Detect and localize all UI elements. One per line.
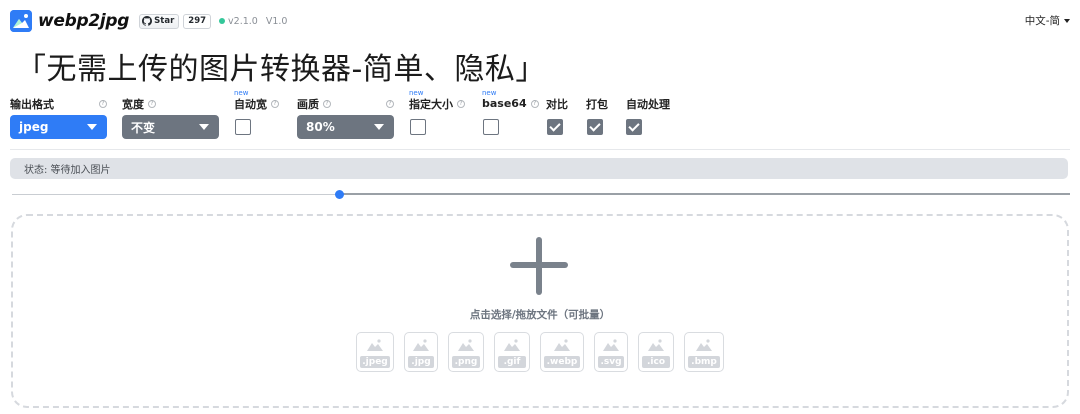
option-width: 宽度 ? 不变 — [122, 97, 219, 139]
dropdown-arrow-icon — [199, 124, 209, 130]
github-star-button[interactable]: Star — [139, 13, 180, 29]
dropdown-arrow-icon — [87, 124, 97, 130]
option-quality: 画质 ? ? 80% — [297, 97, 394, 139]
drop-zone-hint[interactable]: 点击选择/拖放文件（可批量） — [0, 307, 1080, 322]
image-icon — [554, 339, 570, 351]
option-fixed-size: new 指定大小 ? — [409, 89, 465, 135]
help-icon[interactable]: ? — [271, 99, 279, 108]
brand-name[interactable]: webp2jpg — [38, 11, 129, 31]
format-label: .ico — [642, 356, 670, 368]
fixed-size-label: 指定大小 ? — [409, 97, 465, 111]
base64-checkbox[interactable] — [483, 119, 499, 135]
width-value: 不变 — [131, 120, 156, 135]
format-label: .webp — [544, 356, 580, 368]
format-label: .bmp — [688, 356, 720, 368]
status-dot-icon — [219, 18, 226, 24]
version-legacy[interactable]: V1.0 — [266, 16, 288, 27]
format-label: .svg — [598, 356, 624, 368]
dropdown-arrow-icon — [374, 124, 384, 130]
help-icon[interactable]: ? — [323, 99, 331, 108]
format-tile: .ico — [638, 332, 674, 372]
image-icon — [648, 339, 664, 351]
help-icon[interactable]: ? — [148, 99, 156, 108]
help-icon[interactable]: ? — [99, 99, 107, 108]
quality-value: 80% — [306, 120, 335, 134]
format-tile: .svg — [594, 332, 628, 372]
compare-slider-track-right[interactable] — [340, 193, 1070, 195]
option-auto-process: 自动处理 — [626, 97, 670, 135]
output-format-label: 输出格式 ? — [10, 97, 107, 111]
image-icon — [458, 339, 474, 351]
help-icon[interactable]: ? — [457, 99, 465, 108]
new-badge: new — [482, 89, 497, 97]
version-info: v2.1.0 V1.0 — [219, 16, 287, 27]
image-icon — [413, 339, 429, 351]
format-tile: .jpeg — [356, 332, 394, 372]
auto-process-label: 自动处理 — [626, 97, 670, 111]
option-auto-width: new 自动宽 ? — [234, 89, 279, 135]
language-label: 中文-简 — [1024, 15, 1060, 27]
format-tile: .jpg — [404, 332, 438, 372]
fixed-size-checkbox[interactable] — [410, 119, 426, 135]
new-badge: new — [409, 89, 424, 97]
pack-label: 打包 — [586, 97, 608, 111]
new-badge: new — [234, 89, 249, 97]
option-pack: 打包 — [586, 97, 608, 135]
width-label: 宽度 ? — [122, 97, 156, 111]
image-icon — [696, 339, 712, 351]
option-compare: 对比 — [546, 97, 568, 135]
compare-checkbox[interactable] — [547, 119, 563, 135]
quality-select[interactable]: 80% — [297, 115, 394, 139]
format-tile: .gif — [494, 332, 530, 372]
version-current[interactable]: v2.1.0 — [228, 16, 258, 27]
width-select[interactable]: 不变 — [122, 115, 219, 139]
page-title: 「无需上传的图片转换器-简单、隐私」 — [16, 52, 546, 87]
output-format-value: jpeg — [19, 120, 49, 134]
option-base64: new base64 ? — [482, 89, 539, 135]
image-icon — [504, 339, 520, 351]
status-bar: 状态: 等待加入图片 — [10, 158, 1068, 179]
help-icon[interactable]: ? — [530, 99, 539, 108]
status-text: 状态: 等待加入图片 — [24, 165, 111, 176]
caret-down-icon — [1064, 18, 1070, 23]
auto-process-checkbox[interactable] — [626, 119, 642, 135]
compare-slider-track-left[interactable] — [12, 194, 340, 195]
format-label: .png — [452, 356, 480, 368]
base64-label: base64 ? — [482, 97, 539, 110]
quality-label: 画质 ? ? — [297, 97, 394, 111]
format-label: .gif — [498, 356, 526, 368]
help-icon[interactable]: ? — [386, 99, 394, 108]
compare-slider-handle[interactable] — [335, 190, 344, 199]
logo-icon[interactable] — [10, 10, 32, 32]
pack-checkbox[interactable] — [587, 119, 603, 135]
language-selector[interactable]: 中文-简 — [1025, 13, 1070, 28]
auto-width-checkbox[interactable] — [235, 119, 251, 135]
output-format-select[interactable]: jpeg — [10, 115, 107, 139]
format-label: .jpg — [408, 356, 434, 368]
add-icon-bar[interactable] — [510, 262, 568, 268]
option-output-format: 输出格式 ? jpeg — [10, 97, 107, 139]
format-tile: .webp — [540, 332, 584, 372]
github-star-label: Star — [154, 16, 175, 26]
github-star-count[interactable]: 297 — [183, 13, 212, 29]
format-tile: .png — [448, 332, 484, 372]
compare-label: 对比 — [546, 97, 568, 111]
auto-width-label: 自动宽 ? — [234, 97, 279, 111]
format-tile: .bmp — [684, 332, 724, 372]
github-star-widget: Star 297 — [139, 13, 212, 29]
image-icon — [367, 339, 383, 351]
format-label: .jpeg — [360, 356, 390, 368]
image-icon — [603, 339, 619, 351]
header: webp2jpg Star 297 v2.1.0 V1.0 中文-简 — [10, 9, 1070, 33]
github-icon — [142, 16, 153, 26]
divider — [10, 149, 1070, 150]
